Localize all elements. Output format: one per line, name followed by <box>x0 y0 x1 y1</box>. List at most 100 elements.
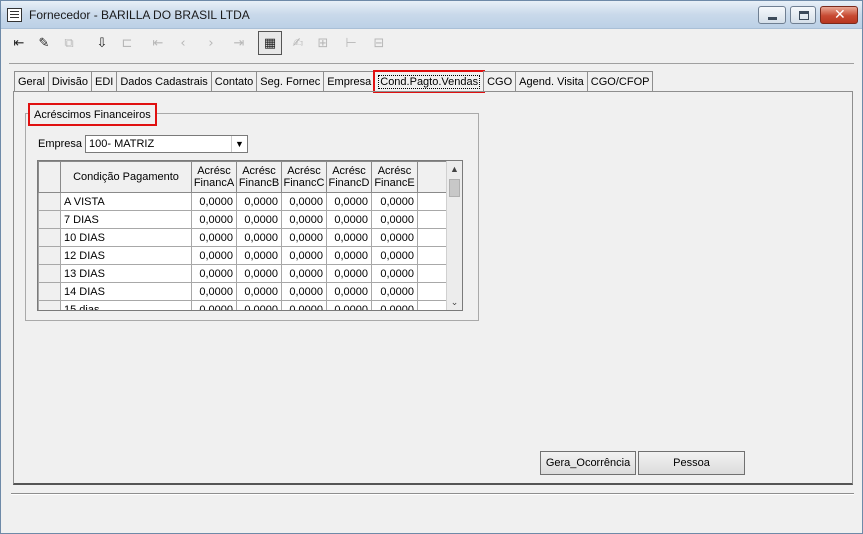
acrescimo-cell[interactable]: 0,0000 <box>326 246 372 265</box>
row-indicator[interactable] <box>38 282 61 301</box>
acrescimo-cell[interactable]: 0,0000 <box>191 228 237 247</box>
acrescimo-cell[interactable]: 0,0000 <box>191 246 237 265</box>
column-header[interactable]: Acrésc FinancA <box>191 161 237 193</box>
acrescimo-cell[interactable]: 0,0000 <box>191 282 237 301</box>
acrescimo-cell[interactable]: 0,0000 <box>236 282 282 301</box>
column-header[interactable]: Acrésc FinancD <box>326 161 372 193</box>
row-indicator[interactable] <box>38 300 61 310</box>
acrescimo-cell[interactable]: 0,0000 <box>236 246 282 265</box>
tab-empresa[interactable]: Empresa <box>323 71 376 92</box>
tab-contato[interactable]: Contato <box>210 71 258 92</box>
condicao-cell[interactable]: 12 DIAS <box>60 246 192 265</box>
acrescimo-cell[interactable]: 0,0000 <box>281 210 327 229</box>
acrescimo-cell[interactable]: 0,0000 <box>191 264 237 283</box>
tab-divis-o[interactable]: Divisão <box>47 71 92 92</box>
grid-tool-button[interactable]: ⊟ <box>367 31 391 55</box>
column-header[interactable]: Acrésc FinancC <box>281 161 327 193</box>
acrescimo-cell[interactable]: 0,0000 <box>236 192 282 211</box>
acrescimo-cell[interactable]: 0,0000 <box>281 246 327 265</box>
row-indicator[interactable] <box>38 192 61 211</box>
acrescimo-cell[interactable]: 0,0000 <box>281 282 327 301</box>
acrescimo-cell[interactable]: 0,0000 <box>281 228 327 247</box>
acrescimo-cell[interactable]: 0,0000 <box>326 300 372 310</box>
next-record-tool-button[interactable]: › <box>199 31 223 55</box>
acrescimo-cell[interactable]: 0,0000 <box>326 264 372 283</box>
acrescimo-cell[interactable]: 0,0000 <box>371 210 418 229</box>
acrescimo-cell[interactable]: 0,0000 <box>236 300 282 310</box>
tab-geral[interactable]: Geral <box>14 71 49 92</box>
chevron-down-icon[interactable]: ▼ <box>231 136 247 152</box>
tab-cond-pagto-vendas[interactable]: Cond.Pagto.Vendas <box>373 70 486 93</box>
acrescimo-cell[interactable]: 0,0000 <box>191 192 237 211</box>
last-record-tool-button[interactable]: ⇥ <box>227 31 251 55</box>
scroll-thumb[interactable] <box>449 179 460 197</box>
acrescimo-cell[interactable]: 0,0000 <box>281 192 327 211</box>
table-row[interactable]: 14 DIAS 0,0000 0,0000 0,0000 0,0000 0,0000 <box>38 282 448 301</box>
condicao-cell[interactable]: 10 DIAS <box>60 228 192 247</box>
minimize-button[interactable] <box>758 6 786 24</box>
empresa-select[interactable]: 100- MATRIZ ▼ <box>85 135 248 153</box>
row-indicator[interactable] <box>38 246 61 265</box>
table-row[interactable]: 7 DIAS 0,0000 0,0000 0,0000 0,0000 0,0000 <box>38 210 448 229</box>
network-tool-button[interactable]: ⊞ <box>311 31 335 55</box>
condicao-cell[interactable]: 7 DIAS <box>60 210 192 229</box>
acrescimo-cell[interactable]: 0,0000 <box>371 264 418 283</box>
acrescimo-cell[interactable]: 0,0000 <box>371 300 418 310</box>
scroll-up-icon[interactable]: ▲ <box>447 161 462 177</box>
table-row[interactable]: 12 DIAS 0,0000 0,0000 0,0000 0,0000 0,0000 <box>38 246 448 265</box>
scroll-down-icon[interactable]: ⌄ <box>447 294 462 310</box>
table-row[interactable]: 10 DIAS 0,0000 0,0000 0,0000 0,0000 0,0000 <box>38 228 448 247</box>
condicao-cell[interactable]: 14 DIAS <box>60 282 192 301</box>
gera-ocorrencia-button[interactable]: Gera_Ocorrência <box>540 451 636 475</box>
signature-tool-button[interactable]: ✍ <box>286 31 310 55</box>
acrescimo-cell[interactable]: 0,0000 <box>326 210 372 229</box>
acrescimo-cell[interactable]: 0,0000 <box>236 228 282 247</box>
tab-dados-cadastrais[interactable]: Dados Cadastrais <box>116 71 212 92</box>
tab-edi[interactable]: EDI <box>90 71 118 92</box>
column-header[interactable]: Acrésc FinancB <box>236 161 282 193</box>
acrescimo-cell[interactable]: 0,0000 <box>326 192 372 211</box>
acrescimo-cell[interactable]: 0,0000 <box>281 300 327 310</box>
condicao-cell[interactable]: 15 dias <box>60 300 192 310</box>
acrescimo-cell[interactable]: 0,0000 <box>326 228 372 247</box>
row-indicator[interactable] <box>38 210 61 229</box>
payment-grid[interactable]: Condição Pagamento Acrésc FinancA Acrésc Fin… <box>37 160 463 311</box>
acrescimo-cell[interactable]: 0,0000 <box>191 300 237 310</box>
table-row[interactable]: 15 dias 0,0000 0,0000 0,0000 0,0000 0,0000 <box>38 300 448 310</box>
row-indicator[interactable] <box>38 228 61 247</box>
import-tray-tool-button[interactable]: ⇩ <box>90 31 114 55</box>
maximize-button[interactable] <box>790 6 816 24</box>
acrescimo-cell[interactable]: 0,0000 <box>281 264 327 283</box>
first-record-tool-button[interactable]: ⇤ <box>146 31 170 55</box>
copy-tool-button[interactable]: ⧉ <box>57 31 81 55</box>
acrescimo-cell[interactable]: 0,0000 <box>236 210 282 229</box>
condicao-cell[interactable]: A VISTA <box>60 192 192 211</box>
column-header[interactable]: Condição Pagamento <box>60 161 192 193</box>
condicao-cell[interactable]: 13 DIAS <box>60 264 192 283</box>
close-button[interactable]: ✕ <box>820 6 858 24</box>
acrescimo-cell[interactable]: 0,0000 <box>326 282 372 301</box>
eraser-tool-button[interactable]: ✎ <box>32 31 56 55</box>
flow-tool-button[interactable]: ⊏ <box>115 31 139 55</box>
acrescimo-cell[interactable]: 0,0000 <box>371 282 418 301</box>
acrescimo-cell[interactable]: 0,0000 <box>191 210 237 229</box>
acrescimo-cell[interactable]: 0,0000 <box>371 228 418 247</box>
table-row[interactable]: A VISTA 0,0000 0,0000 0,0000 0,0000 0,0000 <box>38 192 448 211</box>
row-indicator[interactable] <box>38 264 61 283</box>
exit-door-tool-button[interactable]: ⇤ <box>7 31 31 55</box>
tab-cgo-cfop[interactable]: CGO/CFOP <box>586 71 654 92</box>
pessoa-button[interactable]: Pessoa <box>638 451 745 475</box>
previous-record-tool-button[interactable]: ‹ <box>171 31 195 55</box>
grid-vertical-scrollbar[interactable]: ▲ ⌄ <box>446 161 462 310</box>
acrescimo-cell[interactable]: 0,0000 <box>371 192 418 211</box>
acrescimo-cell[interactable]: 0,0000 <box>371 246 418 265</box>
tab-agend-visita[interactable]: Agend. Visita <box>515 71 588 92</box>
acrescimo-cell[interactable]: 0,0000 <box>236 264 282 283</box>
column-header-text: Acrésc <box>242 165 276 177</box>
film-tool-button[interactable]: ▦ <box>258 31 282 55</box>
table-row[interactable]: 13 DIAS 0,0000 0,0000 0,0000 0,0000 0,0000 <box>38 264 448 283</box>
column-header[interactable]: Acrésc FinancE <box>371 161 418 193</box>
tab-seg-fornec[interactable]: Seg. Fornec <box>256 71 325 92</box>
tab-cgo[interactable]: CGO <box>483 71 517 92</box>
branch-tool-button[interactable]: ⊢ <box>339 31 363 55</box>
